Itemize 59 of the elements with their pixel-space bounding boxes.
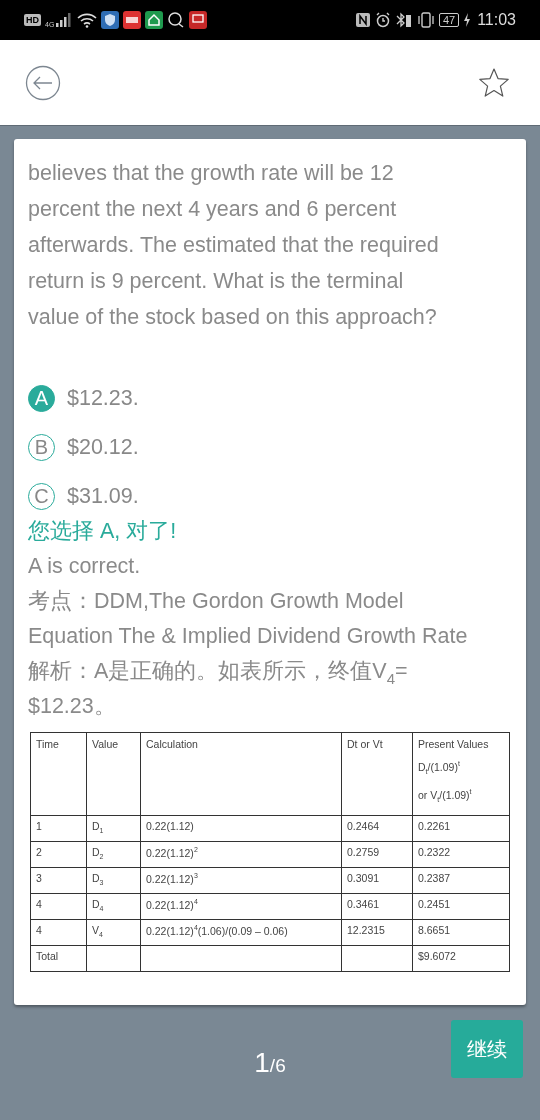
- battery-level: 47: [438, 13, 460, 27]
- table-cell: 0.22(1.12)$^{3}$: [140, 867, 342, 894]
- table-cell: Total: [30, 945, 87, 972]
- option-text[interactable]: $31.09.: [67, 484, 139, 509]
- table-cell: 0.22(1.12)$^{4}$(1.06)/(0.09 – 0.06): [140, 919, 342, 946]
- table-cell: V$_{4}$: [86, 919, 141, 946]
- star-icon[interactable]: [478, 66, 510, 99]
- charging-icon: [463, 13, 472, 27]
- column-header: Time: [30, 732, 87, 816]
- explanation-text: A is correct.: [28, 553, 142, 580]
- shield-app-icon: [101, 11, 120, 29]
- table-cell: 0.3091: [341, 867, 413, 894]
- table-cell: 3: [30, 867, 87, 894]
- table-cell: $9.6072: [412, 945, 510, 972]
- column-header: Dt or Vt: [341, 732, 413, 816]
- continue-button[interactable]: 继续: [451, 1020, 523, 1078]
- table-cell: 0.2387: [412, 867, 510, 894]
- column-header: Present Values D$_{t}$/(1.09)$^{t}$ or V$_{t}$/(1.09)$^{t}$: [412, 732, 510, 816]
- explanation-text: 考点：DDM,The Gordon Growth Model Equation The & Implied Dividend Growth Rate: [28, 588, 469, 650]
- table-cell: 12.2315: [341, 919, 413, 946]
- bluetooth-icon: [394, 12, 413, 28]
- explanation-text: 解析：A是正确的。如表所示，终值V$_{4}$= $12.23。: [28, 658, 409, 720]
- table-cell: 1: [30, 815, 87, 842]
- result-message: 您选择 A, 对了!: [28, 518, 178, 545]
- table-cell: 2: [30, 841, 87, 868]
- option-letter-circle[interactable]: A: [28, 385, 55, 412]
- table-cell: 0.2322: [412, 841, 510, 868]
- back-icon[interactable]: [25, 64, 61, 101]
- column-header: Calculation: [140, 732, 342, 816]
- column-header: Value: [86, 732, 141, 816]
- vibrate-icon: [416, 12, 435, 28]
- home-app-icon: [145, 11, 164, 29]
- question-text: believes that the growth rate will be 12 percent the next 4 years and 6 percent afterwards. The estimated that the required return is 9 percent. What is the terminal value of the stock based on this approach?: [28, 160, 440, 331]
- table-cell: 0.3461: [341, 893, 413, 920]
- wifi-icon: [77, 12, 98, 28]
- table-cell: D$_{3}$: [86, 867, 141, 894]
- table-cell: 0.2261: [412, 815, 510, 842]
- signal-icon: [55, 12, 74, 28]
- table-cell: 8.6651: [412, 919, 510, 946]
- table-cell: 0.22(1.12): [140, 815, 342, 842]
- radio-app-icon: [189, 11, 208, 29]
- page-counter: 1/6: [254, 1046, 286, 1079]
- option-text[interactable]: $20.12.: [67, 435, 139, 460]
- table-cell: D$_{1}$: [86, 815, 141, 842]
- table-cell: 0.2759: [341, 841, 413, 868]
- table-cell: 0.22(1.12)$^{4}$: [140, 893, 342, 920]
- table-cell: D$_{4}$: [86, 893, 141, 920]
- clock-time: 11:03: [477, 11, 516, 29]
- table-cell: 4: [30, 919, 87, 946]
- news-app-icon: [123, 11, 142, 29]
- table-cell: 4: [30, 893, 87, 920]
- table-cell: 0.2464: [341, 815, 413, 842]
- table-cell: D$_{2}$: [86, 841, 141, 868]
- nfc-icon: [354, 12, 371, 28]
- alarm-icon: [374, 12, 391, 28]
- network-label: HD: [24, 14, 41, 26]
- table-cell: 0.2451: [412, 893, 510, 920]
- option-text[interactable]: $12.23.: [67, 386, 139, 411]
- table-cell: 0.22(1.12)$^{2}$: [140, 841, 342, 868]
